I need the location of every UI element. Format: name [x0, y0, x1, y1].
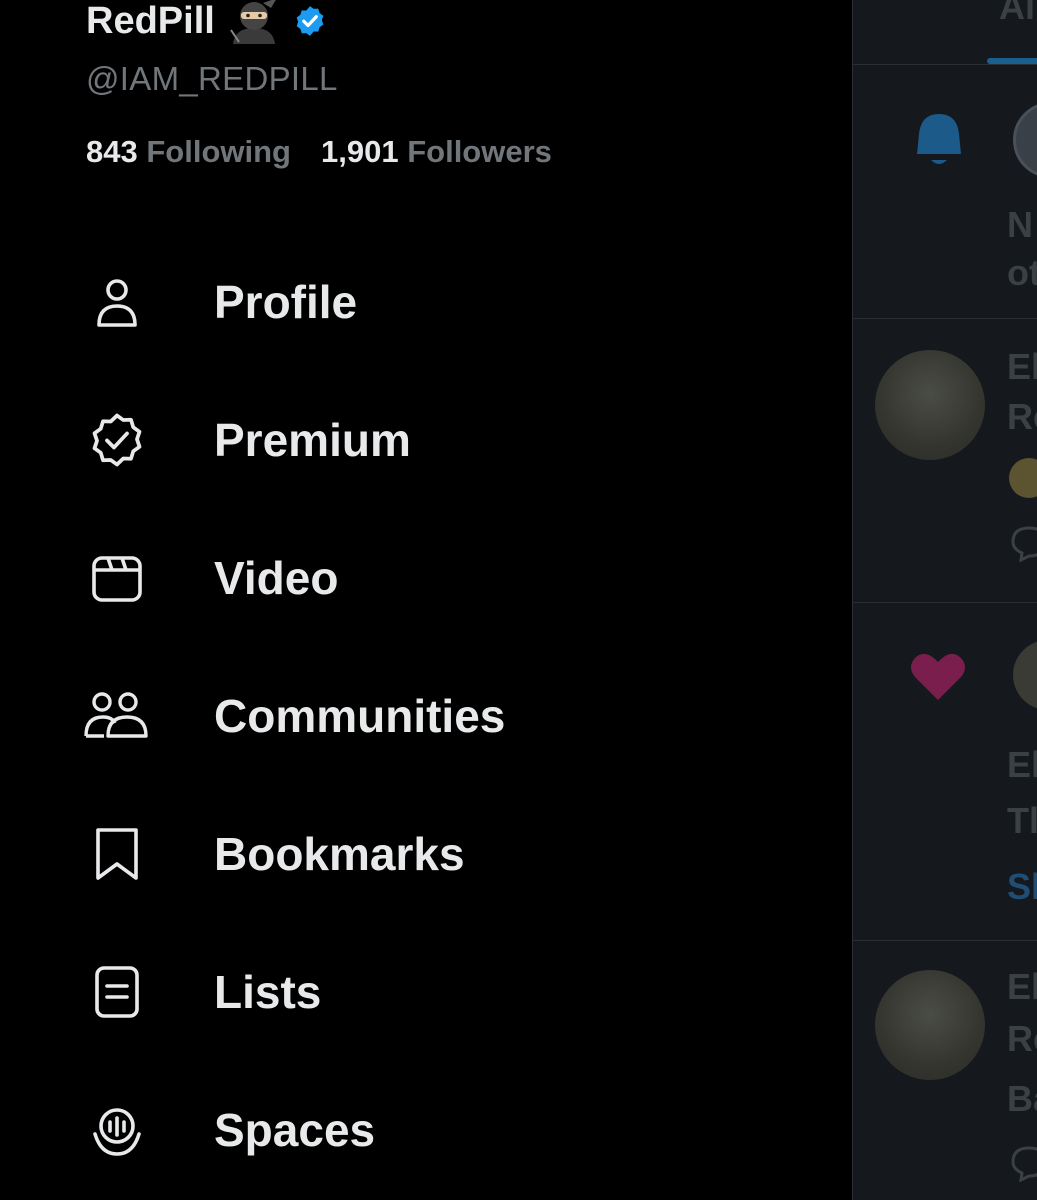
menu-item-bookmarks[interactable]: Bookmarks: [80, 814, 465, 894]
timeline-tab: Al: [999, 0, 1035, 27]
heart-icon: [911, 653, 965, 700]
bookmark-icon: [80, 824, 154, 884]
smile-emoji-icon: [1009, 458, 1037, 498]
profile-header[interactable]: RedPill: [86, 0, 327, 44]
reply-icon[interactable]: [1009, 1142, 1037, 1182]
divider: [853, 318, 1037, 319]
tweet-text: Re: [1007, 396, 1037, 437]
verified-badge-icon: [296, 6, 324, 36]
bell-icon: [917, 114, 961, 164]
avatar[interactable]: [1013, 640, 1037, 710]
following-link[interactable]: 843 Following: [86, 134, 291, 169]
following-count: 843: [86, 134, 138, 169]
list-icon: [80, 962, 154, 1022]
menu-item-label: Lists: [214, 966, 322, 1018]
side-drawer: RedPill @IAM_REDPILL 843 Following 1,901 …: [0, 0, 852, 1200]
menu-item-label: Video: [214, 552, 339, 604]
person-icon: [80, 272, 154, 332]
dimmed-timeline-overlay[interactable]: Al N ot El Re El Tl Sl El Re Ba: [852, 0, 1037, 1200]
video-icon: [80, 548, 154, 608]
notification-text: Tl: [1007, 800, 1037, 841]
user-handle: @IAM_REDPILL: [86, 60, 338, 97]
menu-item-label: Bookmarks: [214, 828, 465, 880]
avatar[interactable]: [875, 970, 985, 1080]
menu-item-label: Premium: [214, 414, 411, 466]
ninja-emoji-icon: [229, 0, 276, 44]
menu-item-label: Spaces: [214, 1104, 376, 1156]
verified-badge-icon: [80, 410, 154, 470]
followers-link[interactable]: 1,901 Followers: [321, 134, 552, 169]
reply-icon[interactable]: [1009, 522, 1037, 562]
menu-item-label: Communities: [214, 690, 506, 742]
menu-item-lists[interactable]: Lists: [80, 952, 321, 1032]
avatar[interactable]: [875, 350, 985, 460]
notification-text: N: [1007, 204, 1033, 245]
notification-text: El: [1007, 744, 1037, 785]
menu-item-spaces[interactable]: Spaces: [80, 1090, 375, 1170]
followers-label: Followers: [407, 134, 552, 169]
menu-item-communities[interactable]: Communities: [80, 676, 505, 756]
following-label: Following: [146, 134, 291, 169]
menu-item-video[interactable]: Video: [80, 538, 338, 618]
spaces-icon: [80, 1100, 154, 1160]
divider: [853, 602, 1037, 603]
tweet-text: Re: [1007, 1018, 1037, 1059]
divider: [853, 940, 1037, 941]
menu-item-label: Profile: [214, 276, 358, 328]
divider: [853, 64, 1037, 65]
follow-stats: 843 Following 1,901 Followers: [86, 134, 552, 170]
author-name: El: [1007, 966, 1037, 1007]
followers-count: 1,901: [321, 134, 399, 169]
display-name: RedPill: [86, 0, 215, 42]
menu-item-premium[interactable]: Premium: [80, 400, 411, 480]
author-name: El: [1007, 346, 1037, 387]
tweet-text: Ba: [1007, 1078, 1037, 1119]
avatar[interactable]: [1013, 102, 1037, 178]
show-more-link[interactable]: Sl: [1007, 866, 1037, 908]
menu-item-profile[interactable]: Profile: [80, 262, 357, 342]
communities-icon: [80, 686, 154, 746]
notification-text: ot: [1007, 252, 1037, 293]
